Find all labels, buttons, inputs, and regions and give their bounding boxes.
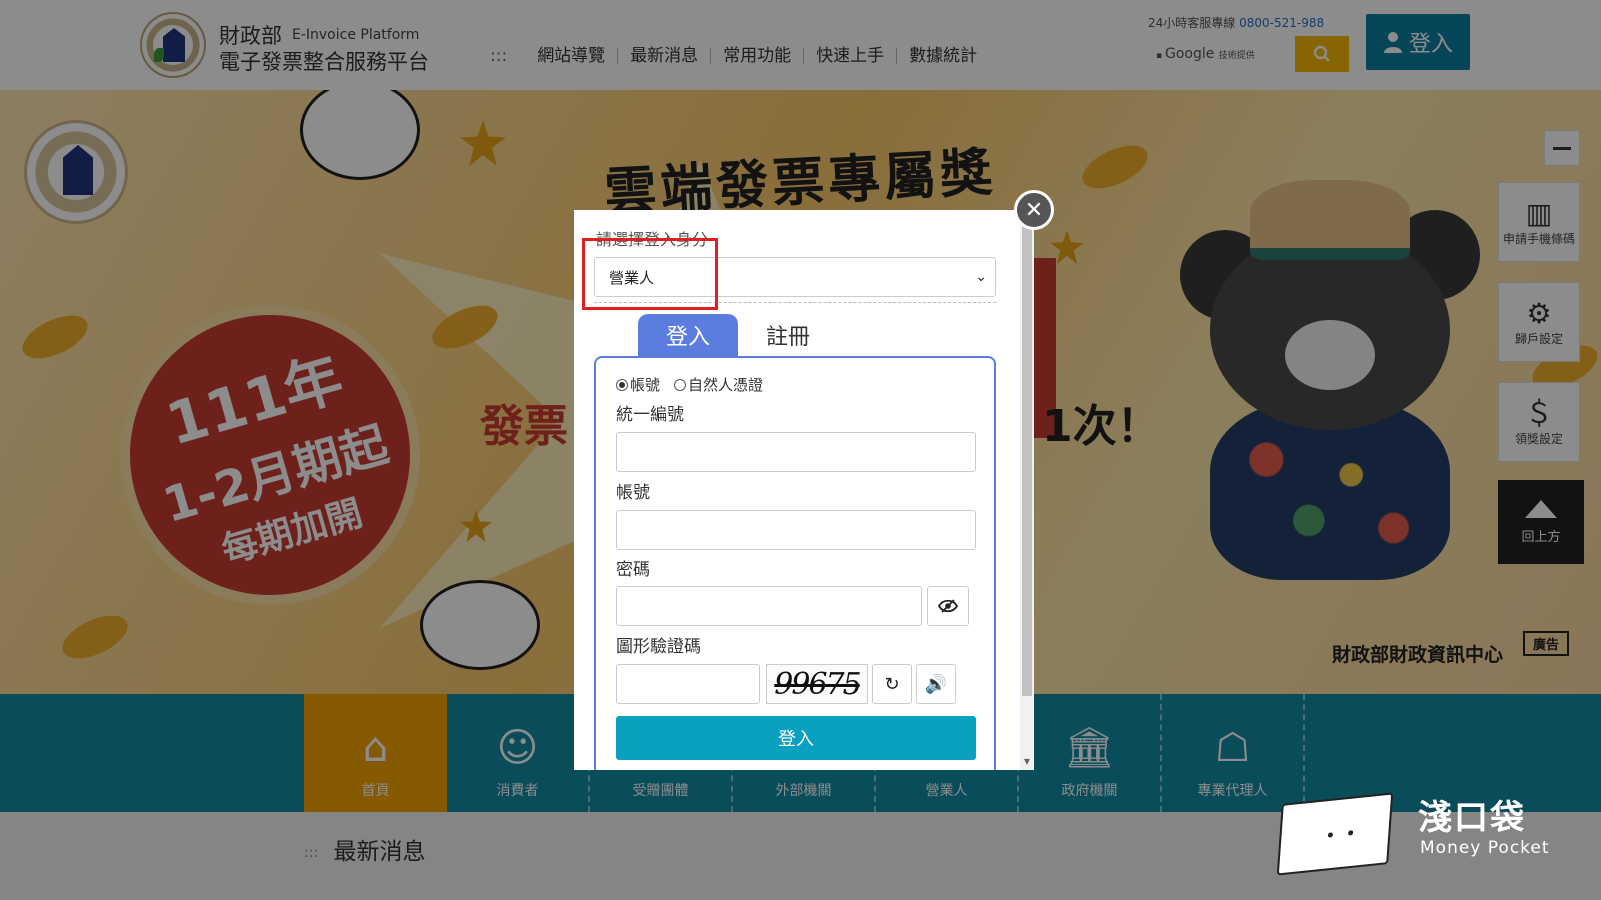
radio-citizen-certificate[interactable]: 自然人憑證 (674, 374, 763, 395)
radio-checked-icon (616, 378, 628, 391)
tab-login[interactable]: 登入 (638, 314, 738, 356)
speaker-icon: 🔊 (924, 673, 948, 695)
captcha-image: 99675 (766, 664, 868, 704)
tax-id-input[interactable] (616, 432, 976, 472)
captcha-label: 圖形驗證碼 (616, 637, 701, 657)
password-label: 密碼 (616, 560, 650, 580)
radio-unchecked-icon (674, 378, 687, 391)
watermark-brand-en: Money Pocket (1420, 838, 1550, 858)
password-input[interactable] (616, 586, 922, 626)
login-method-group: 帳號 自然人憑證 (616, 374, 763, 395)
radio-certificate-label: 自然人憑證 (688, 376, 764, 394)
login-tabs: 登入 註冊 (638, 314, 838, 356)
close-modal-button[interactable]: ✕ (1014, 190, 1054, 230)
login-form: 帳號 自然人憑證 統一編號 帳號 密碼 圖形驗證碼 99675 ↻ 🔊 登入 (594, 356, 996, 770)
eye-slash-icon (938, 599, 958, 613)
tab-register[interactable]: 註冊 (738, 314, 838, 356)
pocket-logo-icon (1276, 792, 1394, 876)
chevron-down-icon: ⌄ (975, 269, 987, 285)
annotation-highlight-box (582, 238, 718, 310)
account-input[interactable] (616, 510, 976, 550)
audio-captcha-button[interactable]: 🔊 (916, 664, 956, 704)
tax-id-label: 統一編號 (616, 405, 684, 425)
radio-account-label: 帳號 (630, 376, 661, 394)
account-label: 帳號 (616, 483, 650, 503)
login-modal: 請選擇登入身分 營業人 ⌄ 登入 註冊 帳號 自然人憑證 統一編號 帳號 密碼 (574, 210, 1034, 770)
watermark: 淺口袋 Money Pocket (1276, 790, 1580, 890)
captcha-input[interactable] (616, 664, 760, 704)
radio-account[interactable]: 帳號 (616, 374, 660, 395)
refresh-icon: ↻ (884, 673, 900, 695)
toggle-password-button[interactable] (927, 586, 969, 626)
close-icon: ✕ (1024, 197, 1044, 223)
scrollbar-thumb[interactable] (1022, 210, 1032, 696)
scroll-down-icon[interactable]: ▼ (1022, 758, 1032, 766)
watermark-brand-zh: 淺口袋 (1418, 798, 1526, 838)
modal-scrollbar[interactable]: ▼ (1020, 210, 1034, 770)
login-submit-button[interactable]: 登入 (616, 716, 976, 760)
refresh-captcha-button[interactable]: ↻ (872, 664, 912, 704)
